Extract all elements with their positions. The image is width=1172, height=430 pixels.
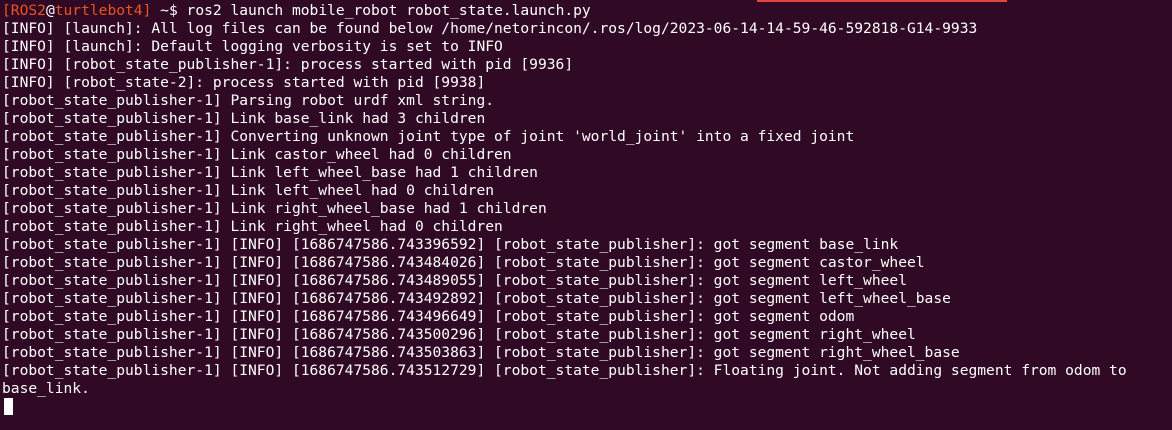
terminal-window[interactable]: [ROS2@turtlebot4] ~$ ros2 launch mobile_… (0, 0, 1172, 430)
output-line: [robot_state_publisher-1] Parsing robot … (2, 92, 495, 109)
output-line: [robot_state_publisher-1] [INFO] [168674… (2, 308, 855, 325)
output-line: [robot_state_publisher-1] [INFO] [168674… (2, 344, 960, 361)
output-line: [robot_state_publisher-1] Link right_whe… (2, 218, 503, 235)
output-line: [robot_state_publisher-1] Link base_link… (2, 110, 486, 127)
output-line: base_link. (2, 380, 90, 397)
output-line: [robot_state_publisher-1] [INFO] [168674… (2, 362, 1127, 379)
output-line: [robot_state_publisher-1] Converting unk… (2, 128, 855, 145)
output-line: [robot_state_publisher-1] [INFO] [168674… (2, 290, 951, 307)
cursor-line (0, 398, 1172, 416)
prompt-line: [ROS2@turtlebot4] ~$ ros2 launch mobile_… (0, 2, 1172, 20)
output-line: [INFO] [launch]: Default logging verbosi… (2, 38, 503, 55)
prompt-at-sign: @ (45, 2, 55, 19)
output-line: [robot_state_publisher-1] Link left_whee… (2, 182, 495, 199)
output-line: [robot_state_publisher-1] Link left_whee… (2, 164, 538, 181)
prompt-user: [ROS2 (2, 2, 46, 19)
output-line: [robot_state_publisher-1] Link right_whe… (2, 200, 547, 217)
command-text: ros2 launch mobile_robot robot_state.lau… (186, 2, 591, 19)
output-line: [INFO] [robot_state_publisher-1]: proces… (2, 56, 574, 73)
output-line: [INFO] [robot_state-2]: process started … (2, 74, 486, 91)
window-accent-bar (757, 0, 1007, 2)
output-line: [INFO] [launch]: All log files can be fo… (2, 20, 978, 37)
output-line: [robot_state_publisher-1] Link castor_wh… (2, 146, 512, 163)
text-cursor[interactable] (4, 398, 13, 415)
prompt-path: ~$ (151, 2, 187, 19)
output-line: [robot_state_publisher-1] [INFO] [168674… (2, 272, 907, 289)
output-line: [robot_state_publisher-1] [INFO] [168674… (2, 236, 899, 253)
output-line: [robot_state_publisher-1] [INFO] [168674… (2, 326, 916, 343)
prompt-host: turtlebot4] (54, 2, 152, 19)
output-line: [robot_state_publisher-1] [INFO] [168674… (2, 254, 925, 271)
